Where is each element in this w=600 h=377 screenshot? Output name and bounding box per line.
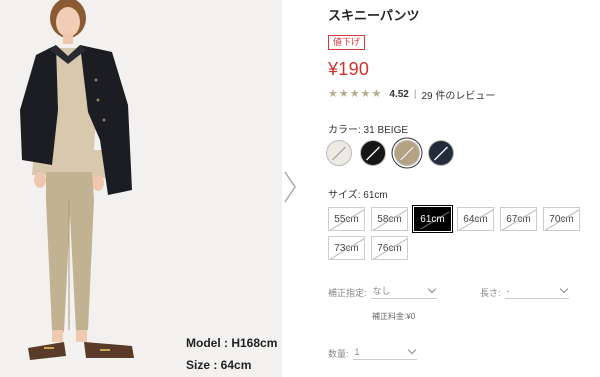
product-photo: Model : H168cm Size : 64cm bbox=[0, 0, 282, 377]
star-icon: ★ bbox=[328, 87, 338, 100]
size-option-label: 61cm bbox=[420, 213, 445, 225]
rating-stars: ★ ★ ★ ★ ★ bbox=[328, 87, 382, 100]
star-icon: ★ bbox=[349, 87, 360, 100]
size-options: 55cm 58cm 61cm 64cm 67cm 70cm 73cm 76cm bbox=[328, 207, 593, 260]
quantity-label: 数量: bbox=[328, 349, 349, 359]
rating-score: 4.52 bbox=[389, 88, 409, 100]
color-swatch-navy[interactable] bbox=[428, 140, 454, 166]
size-option-73cm[interactable]: 73cm bbox=[328, 236, 365, 260]
model-illustration bbox=[0, 0, 282, 377]
alteration-row: 補正指定: なし bbox=[328, 283, 437, 299]
product-price: ¥190 bbox=[328, 59, 370, 79]
size-option-76cm[interactable]: 76cm bbox=[371, 236, 408, 260]
color-label: カラー: 31 BEIGE bbox=[328, 125, 409, 136]
alteration-value: なし bbox=[372, 286, 391, 296]
model-size-caption: Size : 64cm bbox=[186, 358, 252, 372]
color-swatch-off-white[interactable] bbox=[326, 140, 352, 166]
star-icon: ★ bbox=[371, 87, 382, 100]
chevron-right-icon[interactable] bbox=[282, 170, 298, 204]
star-icon: ★ bbox=[360, 87, 371, 100]
length-value: - bbox=[506, 285, 510, 296]
review-count-link[interactable]: 29 件のレビュー bbox=[421, 87, 495, 102]
model-height-caption: Model : H168cm bbox=[186, 336, 278, 350]
size-option-55cm[interactable]: 55cm bbox=[328, 207, 365, 231]
length-row: 長さ: - bbox=[480, 283, 569, 299]
quantity-row: 数量: 1 bbox=[328, 344, 417, 360]
star-icon: ★ bbox=[338, 87, 349, 100]
size-option-70cm[interactable]: 70cm bbox=[543, 207, 580, 231]
price-down-badge: 値下げ bbox=[328, 35, 366, 50]
rating-summary[interactable]: ★ ★ ★ ★ ★ 4.52 | 29 件のレビュー bbox=[328, 87, 495, 102]
chevron-down-icon bbox=[559, 284, 568, 294]
chevron-down-icon bbox=[427, 284, 436, 294]
color-swatches bbox=[326, 140, 454, 166]
color-swatch-beige[interactable] bbox=[394, 140, 420, 166]
alteration-select[interactable]: なし bbox=[370, 283, 437, 299]
length-select[interactable]: - bbox=[504, 283, 569, 299]
size-option-67cm[interactable]: 67cm bbox=[500, 207, 537, 231]
size-label: サイズ: 61cm bbox=[328, 190, 388, 201]
chevron-down-icon bbox=[407, 345, 416, 355]
rating-separator: | bbox=[413, 88, 417, 100]
length-label: 長さ: bbox=[480, 288, 501, 298]
size-option-61cm[interactable]: 61cm bbox=[414, 207, 451, 231]
product-title: スキニーパンツ bbox=[328, 8, 420, 23]
size-option-64cm[interactable]: 64cm bbox=[457, 207, 494, 231]
alteration-label: 補正指定: bbox=[328, 288, 367, 298]
quantity-value: 1 bbox=[354, 346, 360, 357]
size-option-58cm[interactable]: 58cm bbox=[371, 207, 408, 231]
quantity-select[interactable]: 1 bbox=[352, 344, 417, 360]
alteration-fee: 補正料金:¥0 bbox=[372, 312, 416, 321]
color-swatch-black[interactable] bbox=[360, 140, 386, 166]
